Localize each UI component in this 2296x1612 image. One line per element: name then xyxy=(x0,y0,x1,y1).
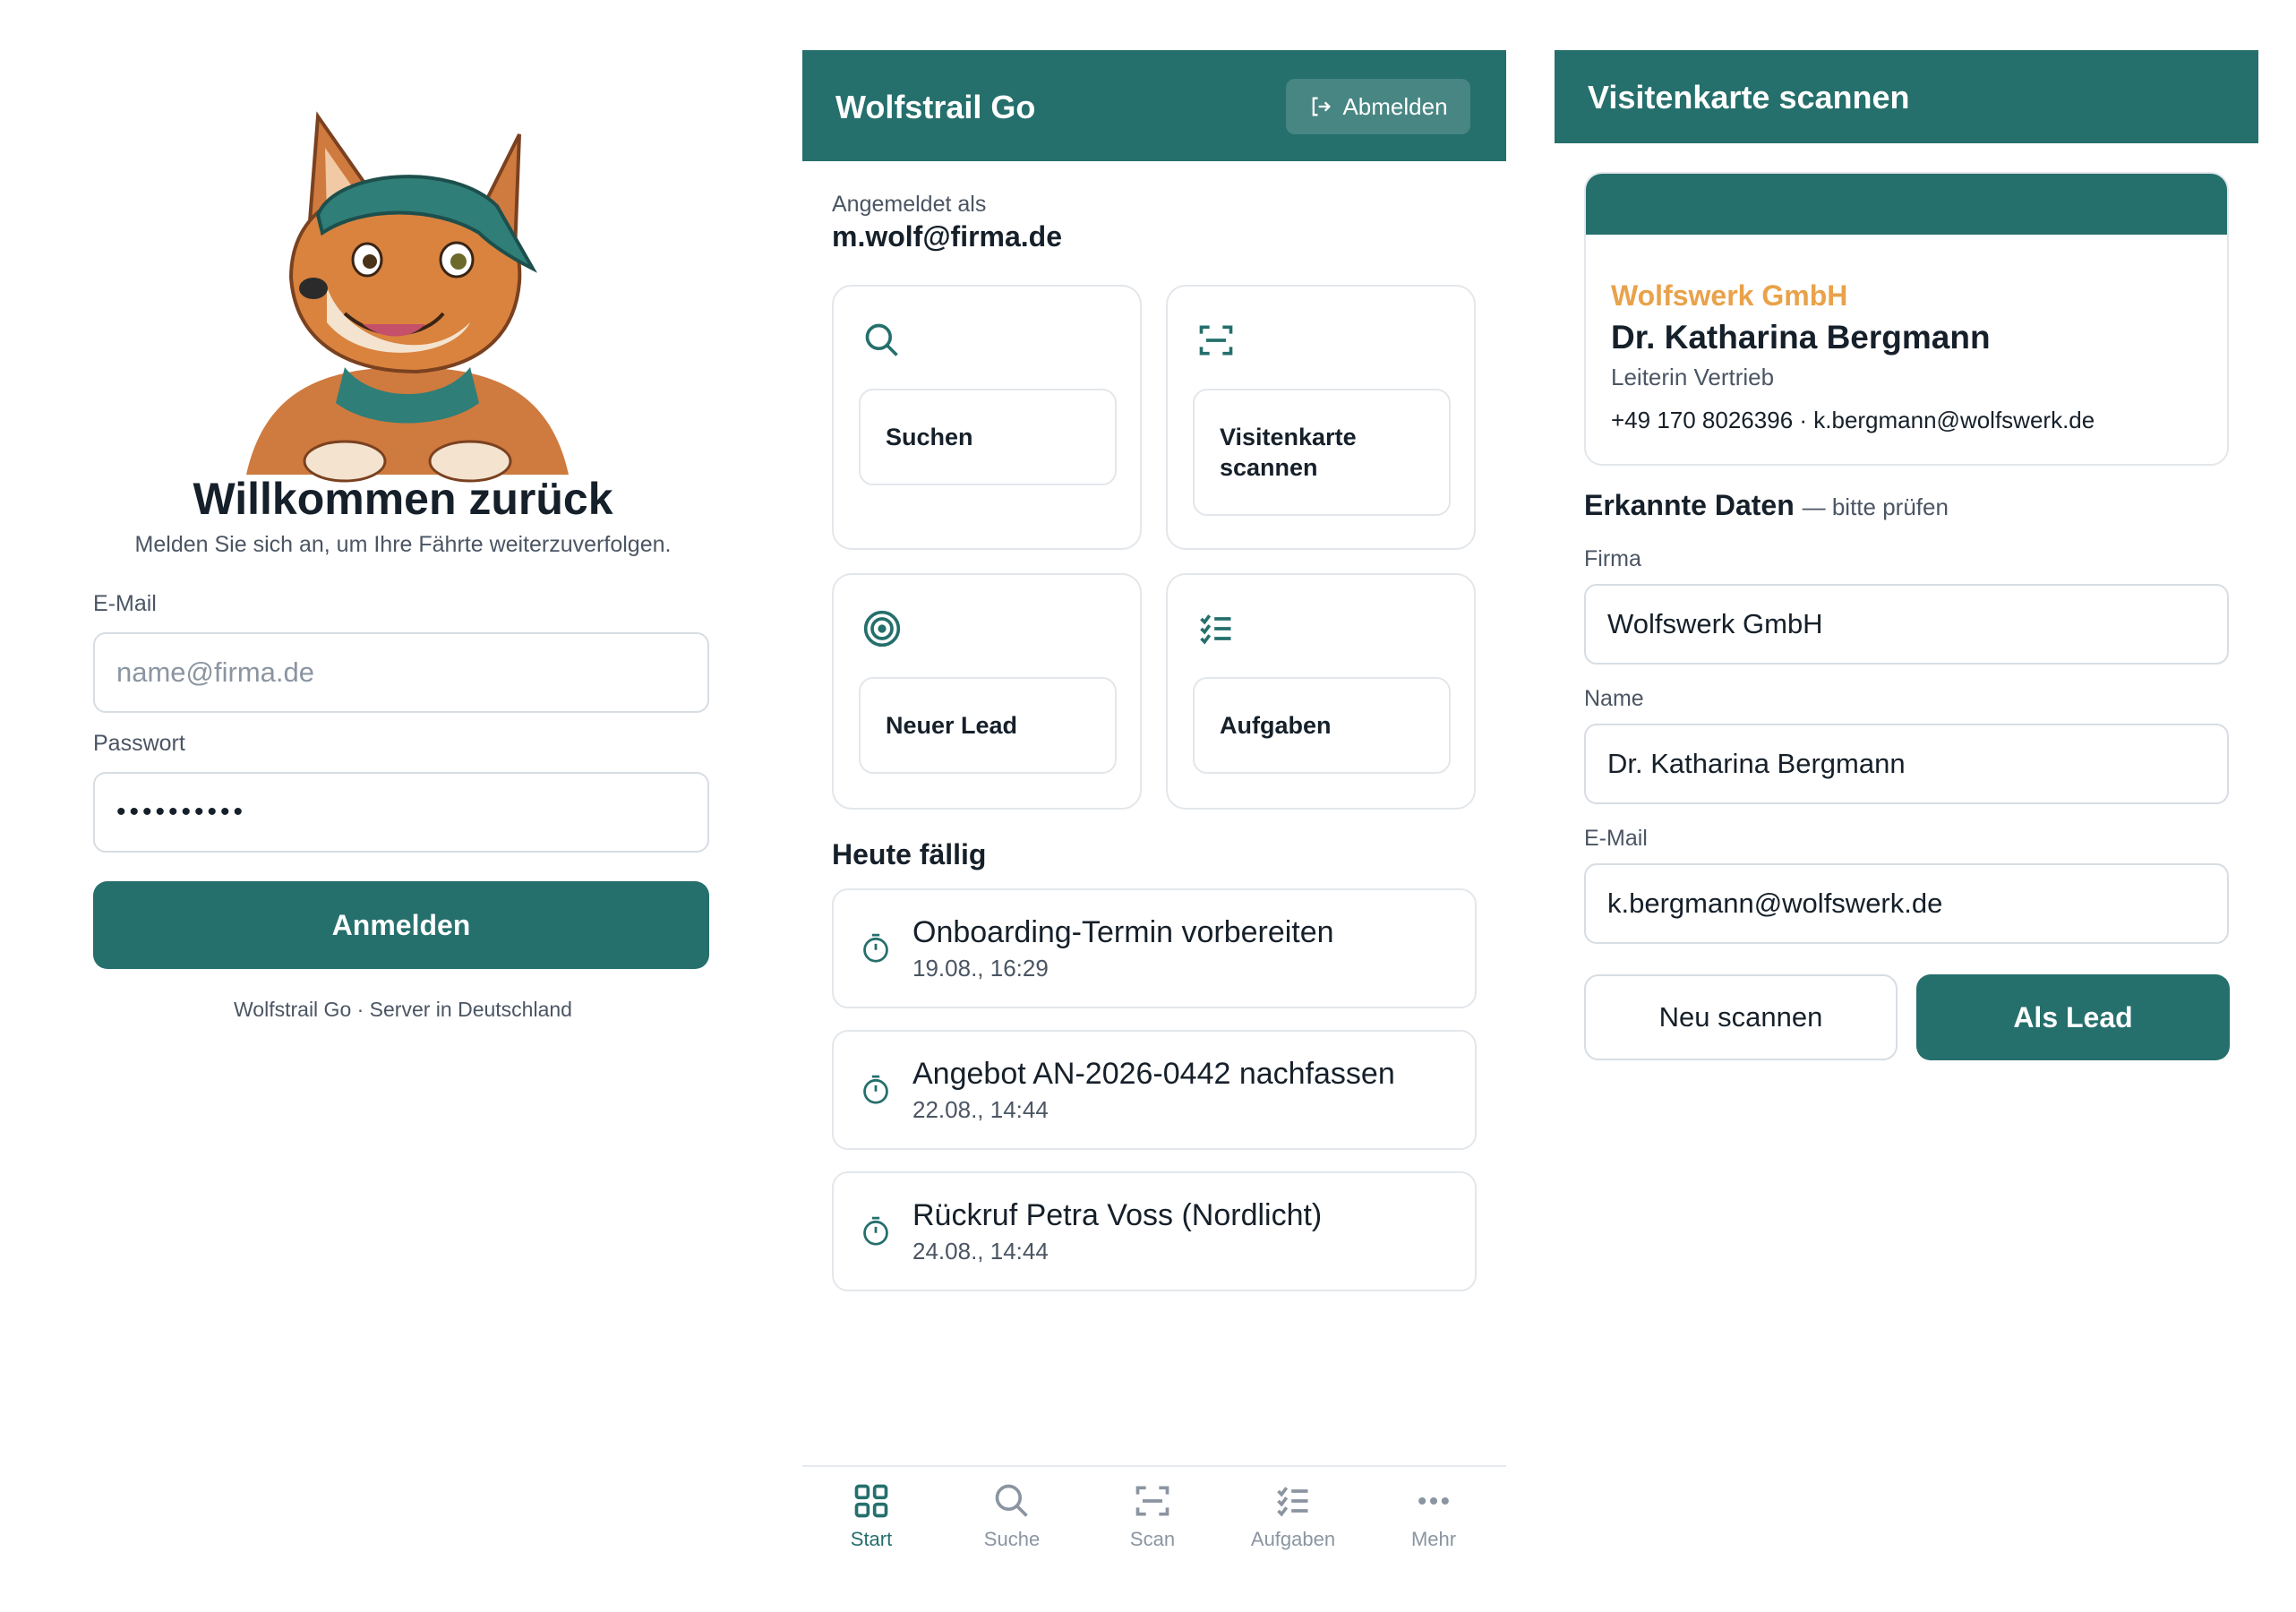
welcome-title: Willkommen zurück xyxy=(193,474,613,524)
due-today-title: Heute fällig xyxy=(832,838,987,870)
nav-tasks[interactable]: Aufgaben xyxy=(1235,1481,1351,1551)
logged-in-label: Angemeldet als xyxy=(832,192,987,217)
task-title: Rückruf Petra Voss (Nordlicht) xyxy=(912,1198,1323,1232)
nav-start[interactable]: Start xyxy=(813,1481,930,1551)
company-label: Firma xyxy=(1584,546,1641,571)
tile-scan-label[interactable]: Visitenkarte scannen xyxy=(1193,389,1451,516)
card-role: Leiterin Vertrieb xyxy=(1611,364,1775,390)
nav-scan-label: Scan xyxy=(1129,1528,1176,1550)
logout-button[interactable]: Abmelden xyxy=(1286,79,1470,134)
tile-search-label[interactable]: Suchen xyxy=(859,389,1117,485)
timer-icon xyxy=(863,1216,888,1246)
task-title: Angebot AN-2026-0442 nachfassen xyxy=(912,1057,1395,1091)
task-due: 24.08., 14:44 xyxy=(912,1238,1049,1265)
login-button[interactable]: Anmelden xyxy=(93,881,709,969)
scan-header: Visitenkarte scannen xyxy=(1555,50,2258,143)
app-header: Wolfstrail Go Abmelden xyxy=(802,50,1506,161)
tile-search[interactable]: Suchen xyxy=(832,285,1142,550)
search-icon xyxy=(865,323,898,356)
tile-tasks[interactable]: Aufgaben xyxy=(1166,573,1476,810)
welcome-subtitle: Melden Sie sich an, um Ihre Fährte weite… xyxy=(134,532,672,557)
logout-icon xyxy=(1313,97,1332,116)
tasks-icon xyxy=(1277,1487,1308,1517)
nav-search[interactable]: Suche xyxy=(954,1481,1070,1551)
recognized-title: Erkannte Daten xyxy=(1584,489,1795,521)
card-header-band xyxy=(1586,174,2227,235)
task-title: Onboarding-Termin vorbereiten xyxy=(912,915,1334,949)
recognized-data-title: Erkannte Daten — bitte prüfen xyxy=(1584,489,1949,522)
email-label: E-Mail xyxy=(93,591,157,616)
scan-icon xyxy=(1135,1486,1169,1516)
bottom-nav: Start Suche Scan Aufgaben Mehr xyxy=(802,1465,1506,1573)
nav-start-label: Start xyxy=(850,1528,893,1550)
nav-search-label: Suche xyxy=(983,1528,1041,1550)
email-label: E-Mail xyxy=(1584,826,1648,851)
password-label: Passwort xyxy=(93,731,185,756)
scan-icon xyxy=(1199,325,1233,356)
tile-tasks-label[interactable]: Aufgaben xyxy=(1193,677,1451,774)
tile-scan[interactable]: Visitenkarte scannen xyxy=(1166,285,1476,550)
target-icon xyxy=(863,610,901,647)
wolf-mascot-icon xyxy=(246,111,569,483)
login-footer: Wolfstrail Go · Server in Deutschland xyxy=(234,998,572,1021)
home-screen: Wolfstrail Go Abmelden Angemeldet als m.… xyxy=(802,0,1506,1612)
timer-icon xyxy=(863,1075,888,1104)
nav-scan[interactable]: Scan xyxy=(1094,1481,1211,1551)
scan-title: Visitenkarte scannen xyxy=(1588,79,1910,116)
recognized-hint: — bitte prüfen xyxy=(1802,493,1949,520)
nav-tasks-label: Aufgaben xyxy=(1250,1528,1336,1550)
tile-new-lead-label[interactable]: Neuer Lead xyxy=(859,677,1117,774)
save-as-lead-button[interactable]: Als Lead xyxy=(1916,974,2230,1060)
password-value: •••••••••• xyxy=(116,797,247,827)
name-field[interactable]: Dr. Katharina Bergmann xyxy=(1584,724,2229,804)
email-field[interactable]: name@firma.de xyxy=(93,632,709,713)
more-icon xyxy=(1418,1496,1449,1505)
tasks-icon xyxy=(1200,614,1231,645)
password-field[interactable]: •••••••••• xyxy=(93,772,709,853)
card-contact: +49 170 8026396 · k.bergmann@wolfswerk.d… xyxy=(1611,407,2095,433)
name-label: Name xyxy=(1584,686,1644,711)
company-field[interactable]: Wolfswerk GmbH xyxy=(1584,584,2229,665)
email-field[interactable]: k.bergmann@wolfswerk.de xyxy=(1584,863,2229,944)
card-name: Dr. Katharina Bergmann xyxy=(1611,319,1991,356)
timer-icon xyxy=(863,933,888,963)
task-due: 19.08., 16:29 xyxy=(912,955,1049,982)
scan-screen: Visitenkarte scannen Wolfswerk GmbH Dr. … xyxy=(1555,0,2258,1612)
task-due: 22.08., 14:44 xyxy=(912,1096,1049,1123)
logout-label: Abmelden xyxy=(1342,92,1448,120)
task-item[interactable]: Angebot AN-2026-0442 nachfassen 22.08., … xyxy=(832,1030,1477,1150)
business-card-preview: Wolfswerk GmbH Dr. Katharina Bergmann Le… xyxy=(1584,172,2229,466)
user-email: m.wolf@firma.de xyxy=(832,220,1063,253)
nav-more[interactable]: Mehr xyxy=(1375,1481,1492,1551)
task-item[interactable]: Rückruf Petra Voss (Nordlicht) 24.08., 1… xyxy=(832,1171,1477,1291)
nav-more-label: Mehr xyxy=(1410,1528,1457,1550)
search-icon xyxy=(995,1484,1028,1517)
app-title: Wolfstrail Go xyxy=(835,89,1036,125)
task-item[interactable]: Onboarding-Termin vorbereiten 19.08., 16… xyxy=(832,888,1477,1008)
rescan-button[interactable]: Neu scannen xyxy=(1584,974,1898,1060)
card-company: Wolfswerk GmbH xyxy=(1611,279,1848,312)
tile-new-lead[interactable]: Neuer Lead xyxy=(832,573,1142,810)
login-screen: Willkommen zurück Melden Sie sich an, um… xyxy=(0,0,806,1612)
grid-icon xyxy=(854,1484,888,1518)
